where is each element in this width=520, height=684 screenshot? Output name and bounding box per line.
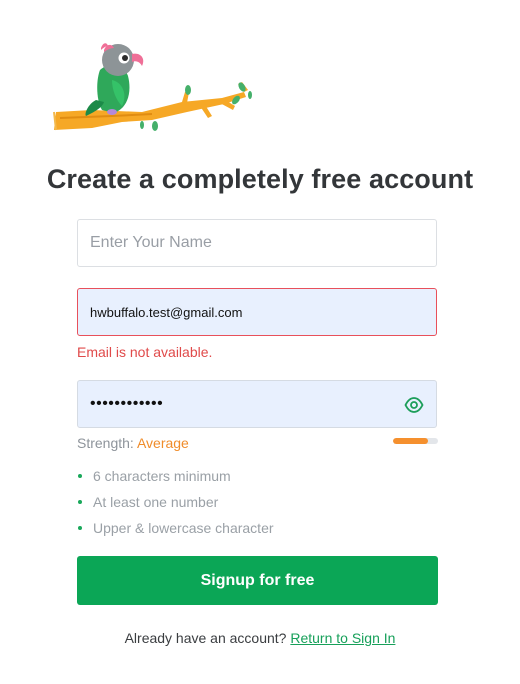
signin-prompt-text: Already have an account? [124,630,287,646]
rule-text: 6 characters minimum [93,468,231,484]
strength-meter [393,438,438,444]
signup-button[interactable]: Signup for free [77,556,438,605]
signin-prompt: Already have an account? Return to Sign … [0,630,520,646]
name-field[interactable] [77,219,437,267]
rule-text: Upper & lowercase character [93,520,274,536]
password-input[interactable] [78,381,436,427]
password-field[interactable] [77,380,437,428]
strength-label: Strength: [77,435,134,451]
email-field[interactable] [77,288,437,336]
page-title: Create a completely free account [46,164,474,194]
eye-icon[interactable] [404,395,424,415]
password-rules: 6 characters minimum At least one number… [77,466,274,544]
parrot-logo [52,40,252,140]
name-input[interactable] [78,220,436,266]
email-input[interactable] [78,289,436,335]
bullet-icon [78,500,82,504]
bullet-icon [78,474,82,478]
strength-level: Average [136,435,189,451]
rule-item: 6 characters minimum [77,466,274,492]
strength-meter-fill [393,438,429,444]
password-strength: Strength: Average [77,435,189,451]
rule-text: At least one number [93,494,219,510]
email-error-message: Email is not available. [77,344,213,360]
rule-item: Upper & lowercase character [77,518,274,544]
rule-item: At least one number [77,492,274,518]
return-to-signin-link[interactable]: Return to Sign In [290,630,395,646]
bullet-icon [78,526,82,530]
